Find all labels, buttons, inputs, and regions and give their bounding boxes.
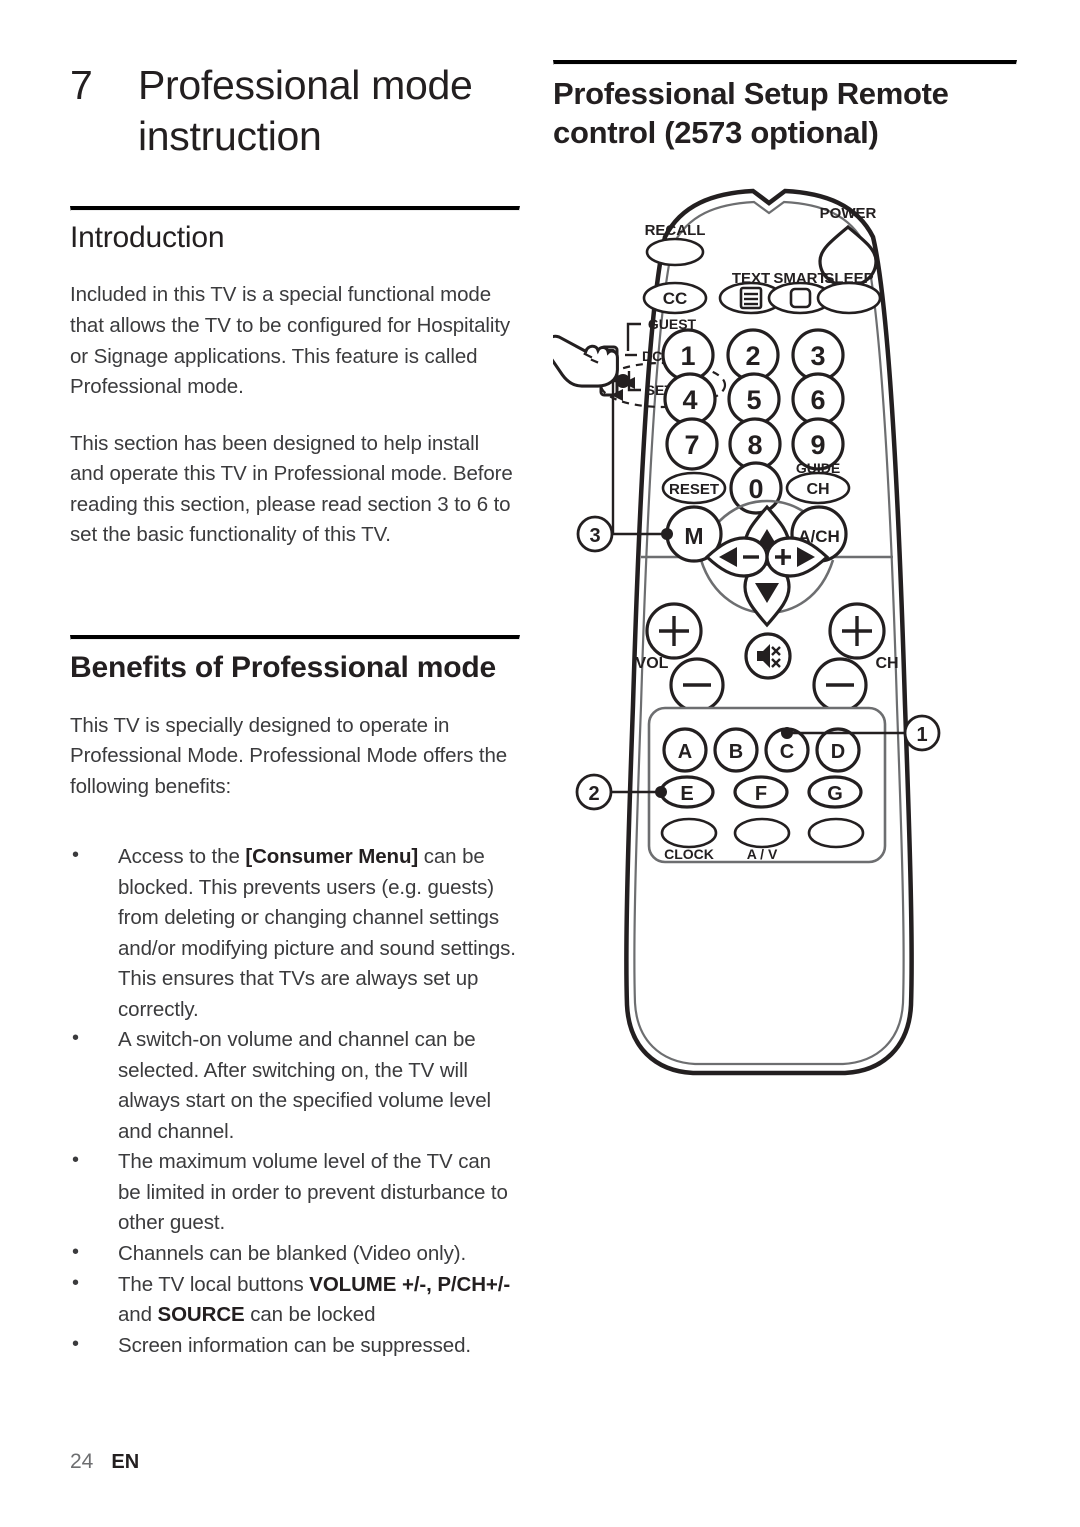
list-item: The maximum volume level of the TV can b… [70,1146,518,1239]
right-column: Professional Setup Remote control (2573 … [553,60,1017,153]
bullet-text-pre: Channels can be blanked (Video only). [118,1242,467,1265]
recall-label: RECALL [645,222,706,239]
chapter-number: 7 [70,62,93,108]
key-a-label: A [678,741,692,763]
callout-2-label: 2 [588,783,599,805]
chapter-title-block: 7 Professional mode instruction [70,60,518,162]
key-7-label: 7 [684,430,699,460]
key-1-label: 1 [680,341,695,371]
list-item: Channels can be blanked (Video only). [70,1238,518,1270]
av-button [733,817,791,849]
bullet-text-bold: [Consumer Menu] [245,845,419,869]
power-label: POWER [820,205,877,222]
menu-label: M [684,523,703,549]
key-2-label: 2 [745,341,760,371]
bullet-text-pre: The TV local buttons [118,1272,310,1296]
callout-3-label: 3 [589,525,600,547]
cc-label: CC [663,289,688,308]
bullet-text-bold: VOLUME +/-, P/CH+/- [309,1272,511,1296]
key-d-label: D [831,741,845,763]
key-9-label: 9 [810,430,825,460]
blank-button [807,817,865,849]
guest-bracket [626,322,641,351]
key-4-label: 4 [682,385,697,415]
ch-label: CH [875,655,898,672]
bullet-text-post-2: can be locked [244,1303,376,1327]
benefits-list: Access to the [Consumer Menu] can be blo… [70,841,518,1362]
pointing-hand-icon [553,334,619,388]
page-footer: 24 EN [70,1450,139,1474]
av-label: A / V [747,846,778,862]
document-page: 7 Professional mode instruction Introduc… [0,0,1080,1527]
key-f-label: F [755,783,767,805]
callout-2-dot [655,786,667,798]
list-item: A switch-on volume and channel can be se… [70,1024,518,1147]
benefits-paragraph: This TV is specially designed to operate… [70,713,508,798]
key-8-label: 8 [747,430,762,460]
callout-3-dot-m [661,528,673,540]
list-item: Screen information can be suppressed. [70,1330,518,1362]
bullet-text-post: and [118,1303,158,1327]
key-b-label: B [729,741,743,763]
sleep-button [816,281,882,315]
callout-1-label: 1 [916,724,927,746]
bullet-text-post: can be blocked. This prevents users (e.g… [118,845,516,1021]
bullet-text-pre: A switch-on volume and channel can be se… [118,1028,491,1143]
callout-3-dot-slider [616,374,630,388]
section-rule-introduction [70,205,520,211]
left-column: 7 Professional mode instruction Introduc… [70,60,520,1362]
bullet-text-bold-2: SOURCE [157,1303,245,1327]
intro-paragraph-1: Included in this TV is a special functio… [70,283,511,399]
key-0-label: 0 [748,474,763,504]
list-item: The TV local buttons VOLUME +/-, P/CH+/-… [70,1269,518,1331]
key-c-label: C [780,741,794,763]
footer-language: EN [111,1451,140,1473]
key-g-label: G [827,783,843,805]
heading-introduction: Introduction [70,220,225,254]
key-e-label: E [680,783,693,805]
heading-benefits: Benefits of Professional mode [70,650,496,684]
vol-label: VOL [636,655,669,672]
key-5-label: 5 [746,385,761,415]
callout-1-dot [781,727,793,739]
list-item: Access to the [Consumer Menu] can be blo… [70,841,518,1025]
bullet-text-pre: Access to the [118,845,246,869]
section-rule-benefits [70,634,520,640]
key-3-label: 3 [810,341,825,371]
intro-paragraph-2: This section has been designed to help i… [70,431,513,547]
clock-button [660,817,718,849]
key-6-label: 6 [810,385,825,415]
smart-icon [789,287,812,309]
footer-page-number: 24 [70,1450,94,1473]
bullet-text-pre: The maximum volume level of the TV can b… [118,1150,508,1235]
remote-control-diagram: .ro { fill:#ffffff; stroke:#231f20; stro… [553,185,1023,1105]
heading-remote-control: Professional Setup Remote control (2573 … [553,76,949,151]
chapter-title-text: Professional mode instruction [138,62,473,159]
reset-label: RESET [669,481,719,498]
guide-ch-label: CH [806,481,829,498]
recall-button [645,237,705,267]
clock-label: CLOCK [664,846,714,862]
bullet-text-pre: Screen information can be suppressed. [118,1333,471,1357]
section-rule-remote [553,60,1017,65]
